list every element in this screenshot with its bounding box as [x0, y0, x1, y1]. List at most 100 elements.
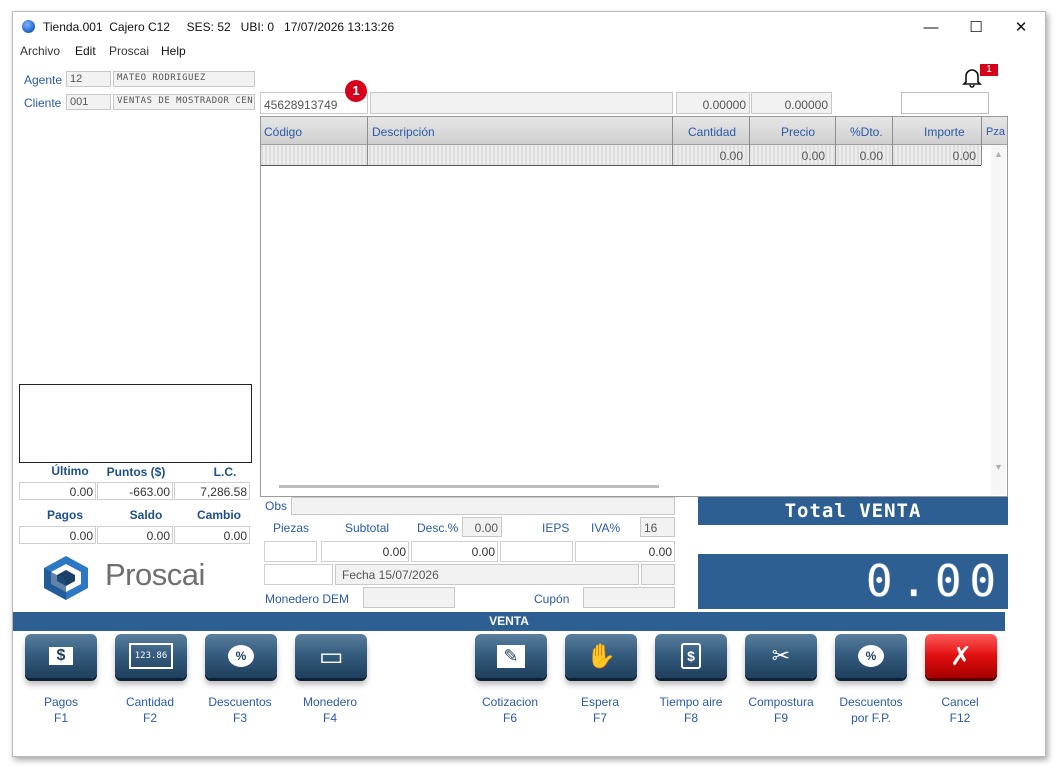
menu-edit[interactable]: Edit [75, 44, 96, 58]
grid-vertical-scrollbar[interactable]: ▲ ▼ [991, 145, 1006, 495]
cancel-key: F12 [949, 711, 971, 725]
client-info-box [19, 384, 252, 463]
row-importe: 0.00 [952, 149, 976, 163]
cantidad-caption[interactable]: Cantidad F2 [113, 694, 187, 726]
monedero-button[interactable]: ▭ [295, 634, 367, 678]
saldo-header: Saldo [129, 508, 163, 522]
col-pza[interactable]: Pza [986, 126, 1005, 138]
agente-label: Agente [24, 73, 63, 87]
puntos-header: Puntos ($) [106, 465, 166, 479]
total-venta-title: Total VENTA [698, 497, 1008, 525]
pagos-button[interactable]: $ [25, 634, 97, 678]
proscai-logo-icon [41, 554, 91, 600]
items-grid[interactable]: Código Descripción Cantidad Precio %Dto.… [260, 116, 1008, 497]
menu-proscai[interactable]: Proscai [109, 44, 149, 58]
descuentos-fp-caption[interactable]: Descuentos por F.P. [829, 694, 913, 726]
cliente-code-field[interactable]: 001 [66, 94, 111, 110]
col-cantidad[interactable]: Cantidad [688, 125, 736, 139]
ultimo-header: Último [51, 464, 89, 478]
cotizacion-button[interactable]: ✎ [475, 634, 547, 678]
menu-help[interactable]: Help [161, 44, 186, 58]
descuentos-fp-button[interactable]: % [835, 634, 907, 678]
desc-amount-value: 0.00 [411, 541, 498, 562]
pagos-label: Pagos [43, 695, 79, 709]
mode-bar: VENTA [13, 612, 1005, 631]
cantidad-key: F2 [142, 711, 157, 725]
monedero-key: F4 [322, 711, 337, 725]
title-bar: Tienda.001 Cajero C12 SES: 52 UBI: 0 17/… [13, 12, 1045, 42]
espera-label: Espera [580, 695, 620, 709]
cancel-button[interactable]: ✗ [925, 634, 997, 678]
cantidad-button[interactable]: 123.86 [115, 634, 187, 678]
col-dto[interactable]: %Dto. [850, 125, 883, 139]
extra-field[interactable] [264, 564, 333, 585]
agente-name-field[interactable]: MATEO RODRIGUEZ [113, 71, 255, 87]
ultimo-value: 0.00 [19, 482, 96, 500]
obs-field[interactable] [291, 497, 675, 515]
cambio-value: 0.00 [174, 526, 250, 544]
col-descripcion[interactable]: Descripción [372, 125, 435, 139]
ieps-label: IEPS [542, 521, 570, 535]
cancel-caption[interactable]: Cancel F12 [923, 694, 997, 726]
espera-button[interactable]: ✋ [565, 634, 637, 678]
extra-input[interactable] [901, 92, 989, 114]
compostura-key: F9 [773, 711, 788, 725]
tiempo-aire-button[interactable]: $ [655, 634, 727, 678]
scroll-up-icon[interactable]: ▲ [994, 149, 1003, 159]
grid-divider [672, 117, 673, 165]
total-display: 0.00 [698, 554, 1008, 609]
col-importe[interactable]: Importe [924, 125, 965, 139]
grid-horizontal-scrollbar[interactable] [279, 485, 659, 488]
iva-label: IVA% [591, 521, 621, 535]
discount-fp-icon: % [858, 645, 884, 667]
cliente-label: Cliente [24, 96, 62, 110]
cupon-field[interactable] [583, 587, 675, 608]
discount-icon: % [228, 645, 254, 667]
grid-divider [367, 117, 368, 165]
maximize-button[interactable]: ☐ [953, 12, 999, 42]
scroll-down-icon[interactable]: ▼ [994, 462, 1003, 472]
cancel-x-icon: ✗ [950, 640, 972, 671]
minimize-button[interactable]: — [908, 12, 954, 42]
monedero-caption[interactable]: Monedero F4 [293, 694, 367, 726]
col-precio[interactable]: Precio [781, 125, 815, 139]
grid-divider [749, 117, 750, 165]
compostura-caption[interactable]: Compostura F9 [739, 694, 823, 726]
compostura-button[interactable]: ✂ [745, 634, 817, 678]
tiempo-aire-label: Tiempo aire [659, 695, 723, 709]
monedero-label: Monedero DEM [265, 592, 350, 606]
lc-value: 7,286.58 [174, 482, 250, 500]
descuentos-fp-label2: por F.P. [851, 711, 891, 725]
descuentos-button[interactable]: % [205, 634, 277, 678]
saldo-value: 0.00 [97, 526, 173, 544]
desc-percent-field[interactable]: 0.00 [462, 517, 502, 537]
grid-divider [835, 117, 836, 165]
puntos-value: -663.00 [97, 482, 173, 500]
cupon-label: Cupón [534, 592, 570, 606]
agente-code-field[interactable]: 12 [66, 71, 111, 87]
app-globe-icon [22, 20, 35, 33]
cotizacion-caption[interactable]: Cotizacion F6 [473, 694, 547, 726]
cancel-label: Cancel [941, 695, 979, 709]
grid-divider [981, 117, 982, 165]
iva-field[interactable]: 16 [640, 517, 675, 537]
menu-archivo[interactable]: Archivo [20, 44, 60, 58]
tiempo-aire-key: F8 [683, 711, 698, 725]
pagos-header: Pagos [46, 508, 83, 522]
fecha-extra-field [641, 564, 675, 585]
phone-topup-icon: $ [681, 643, 701, 669]
tiempo-aire-caption[interactable]: Tiempo aire F8 [649, 694, 733, 726]
qty-field[interactable]: 0.00000 [676, 92, 750, 114]
subtotal-label: Subtotal [345, 521, 390, 535]
espera-caption[interactable]: Espera F7 [563, 694, 637, 726]
price-field[interactable]: 0.00000 [751, 92, 832, 114]
descuentos-caption[interactable]: Descuentos F3 [203, 694, 277, 726]
cliente-name-field[interactable]: VENTAS DE MOSTRADOR CEN [113, 94, 255, 110]
cotizacion-label: Cotizacion [481, 695, 539, 709]
monedero-field[interactable] [363, 587, 455, 608]
col-codigo[interactable]: Código [264, 125, 302, 139]
scissors-icon: ✂ [771, 643, 791, 668]
description-field[interactable] [370, 92, 673, 114]
close-button[interactable]: ✕ [998, 12, 1044, 42]
pagos-caption[interactable]: Pagos F1 [24, 694, 98, 726]
